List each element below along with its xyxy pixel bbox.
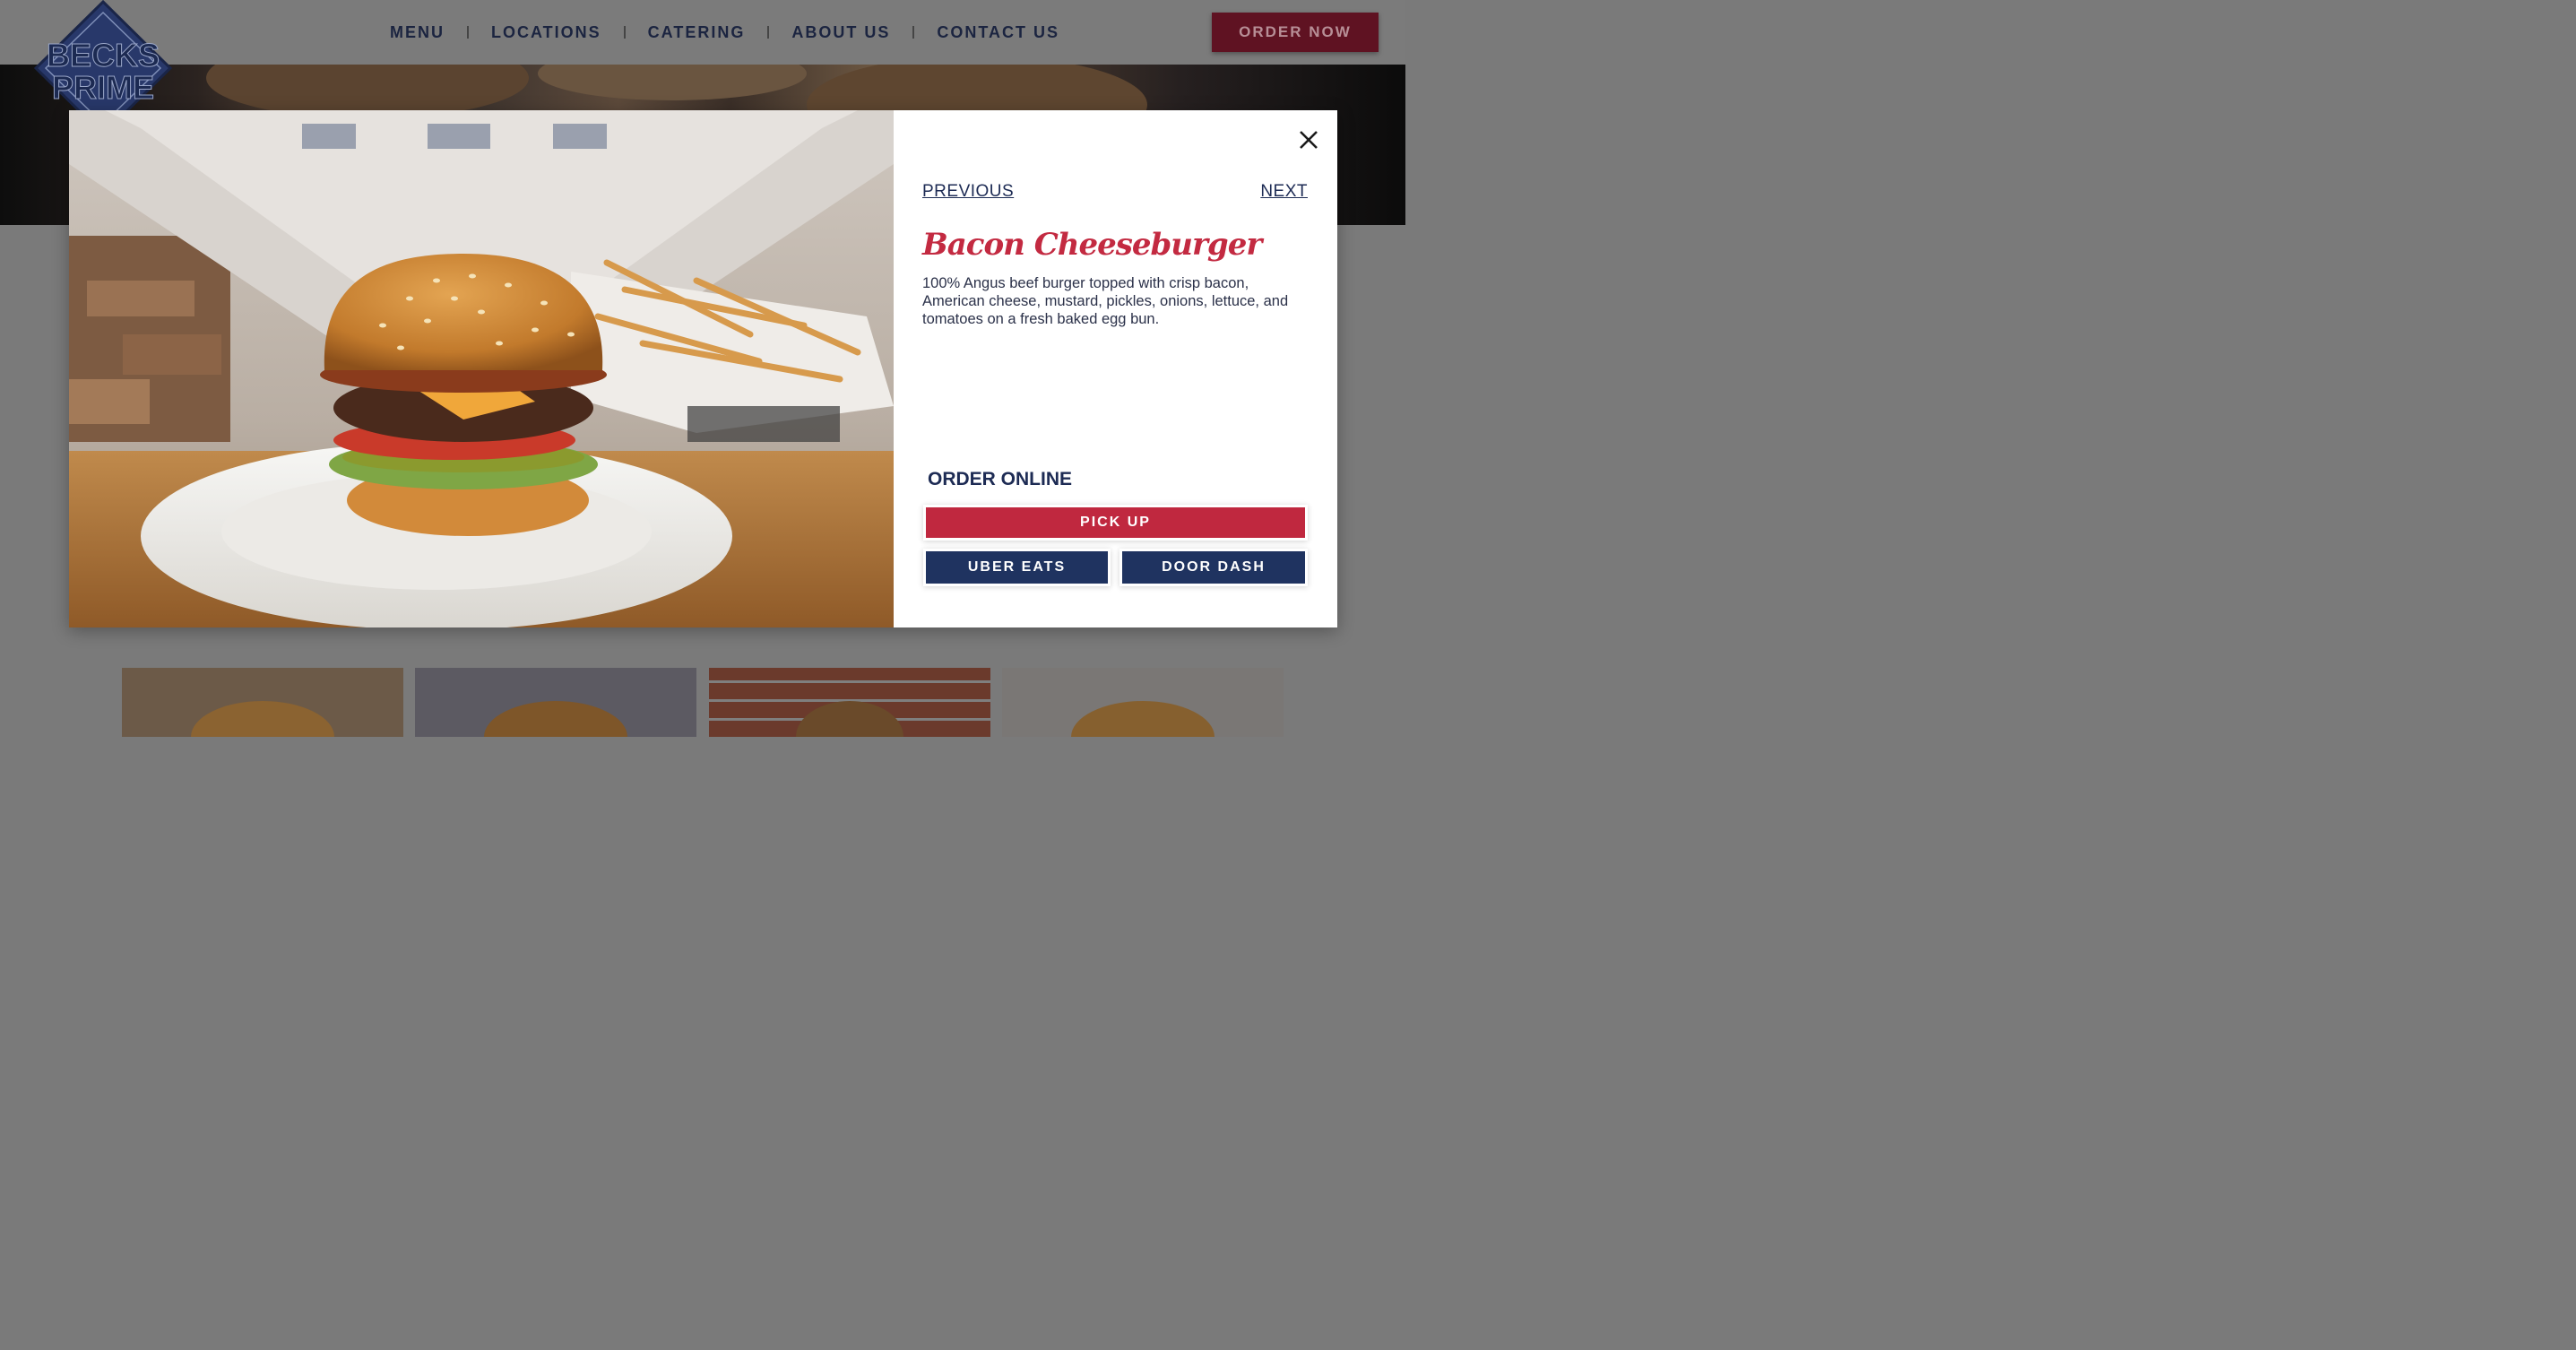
nav-divider xyxy=(912,26,915,39)
door-dash-button[interactable]: DOOR DASH xyxy=(1122,551,1305,584)
order-online-heading: ORDER ONLINE xyxy=(928,469,1073,489)
menu-thumbnail[interactable] xyxy=(709,668,990,737)
menu-thumbnail[interactable] xyxy=(122,668,403,737)
main-nav: MENU LOCATIONS CATERING ABOUT US CONTACT… xyxy=(375,0,1075,65)
menu-thumbnail[interactable] xyxy=(415,668,696,737)
next-link[interactable]: NEXT xyxy=(1260,182,1308,202)
item-detail-panel: PREVIOUS NEXT Bacon Cheeseburger 100% An… xyxy=(894,110,1337,627)
site-header: MENU LOCATIONS CATERING ABOUT US CONTACT… xyxy=(0,0,1405,65)
nav-divider xyxy=(467,26,469,39)
menu-thumbnail[interactable] xyxy=(1002,668,1284,737)
order-now-button[interactable]: ORDER NOW xyxy=(1212,13,1379,52)
menu-item-modal: PREVIOUS NEXT Bacon Cheeseburger 100% An… xyxy=(69,110,1337,627)
burger-photo xyxy=(69,110,894,627)
item-description: 100% Angus beef burger topped with crisp… xyxy=(922,275,1289,327)
uber-eats-button[interactable]: UBER EATS xyxy=(926,551,1108,584)
nav-divider xyxy=(767,26,770,39)
nav-menu[interactable]: MENU xyxy=(375,23,460,42)
close-icon xyxy=(1300,131,1318,149)
close-button[interactable] xyxy=(1295,126,1322,153)
pick-up-button[interactable]: PICK UP xyxy=(926,507,1305,538)
nav-locations[interactable]: LOCATIONS xyxy=(476,23,617,42)
nav-divider xyxy=(623,26,626,39)
logo-text-becks: BECKS xyxy=(47,37,160,74)
logo-text-prime: PRIME xyxy=(52,69,154,106)
item-title: Bacon Cheeseburger xyxy=(922,227,1262,263)
nav-contact-us[interactable]: CONTACT US xyxy=(921,23,1075,42)
nav-catering[interactable]: CATERING xyxy=(633,23,761,42)
nav-about-us[interactable]: ABOUT US xyxy=(776,23,905,42)
previous-link[interactable]: PREVIOUS xyxy=(922,182,1014,202)
